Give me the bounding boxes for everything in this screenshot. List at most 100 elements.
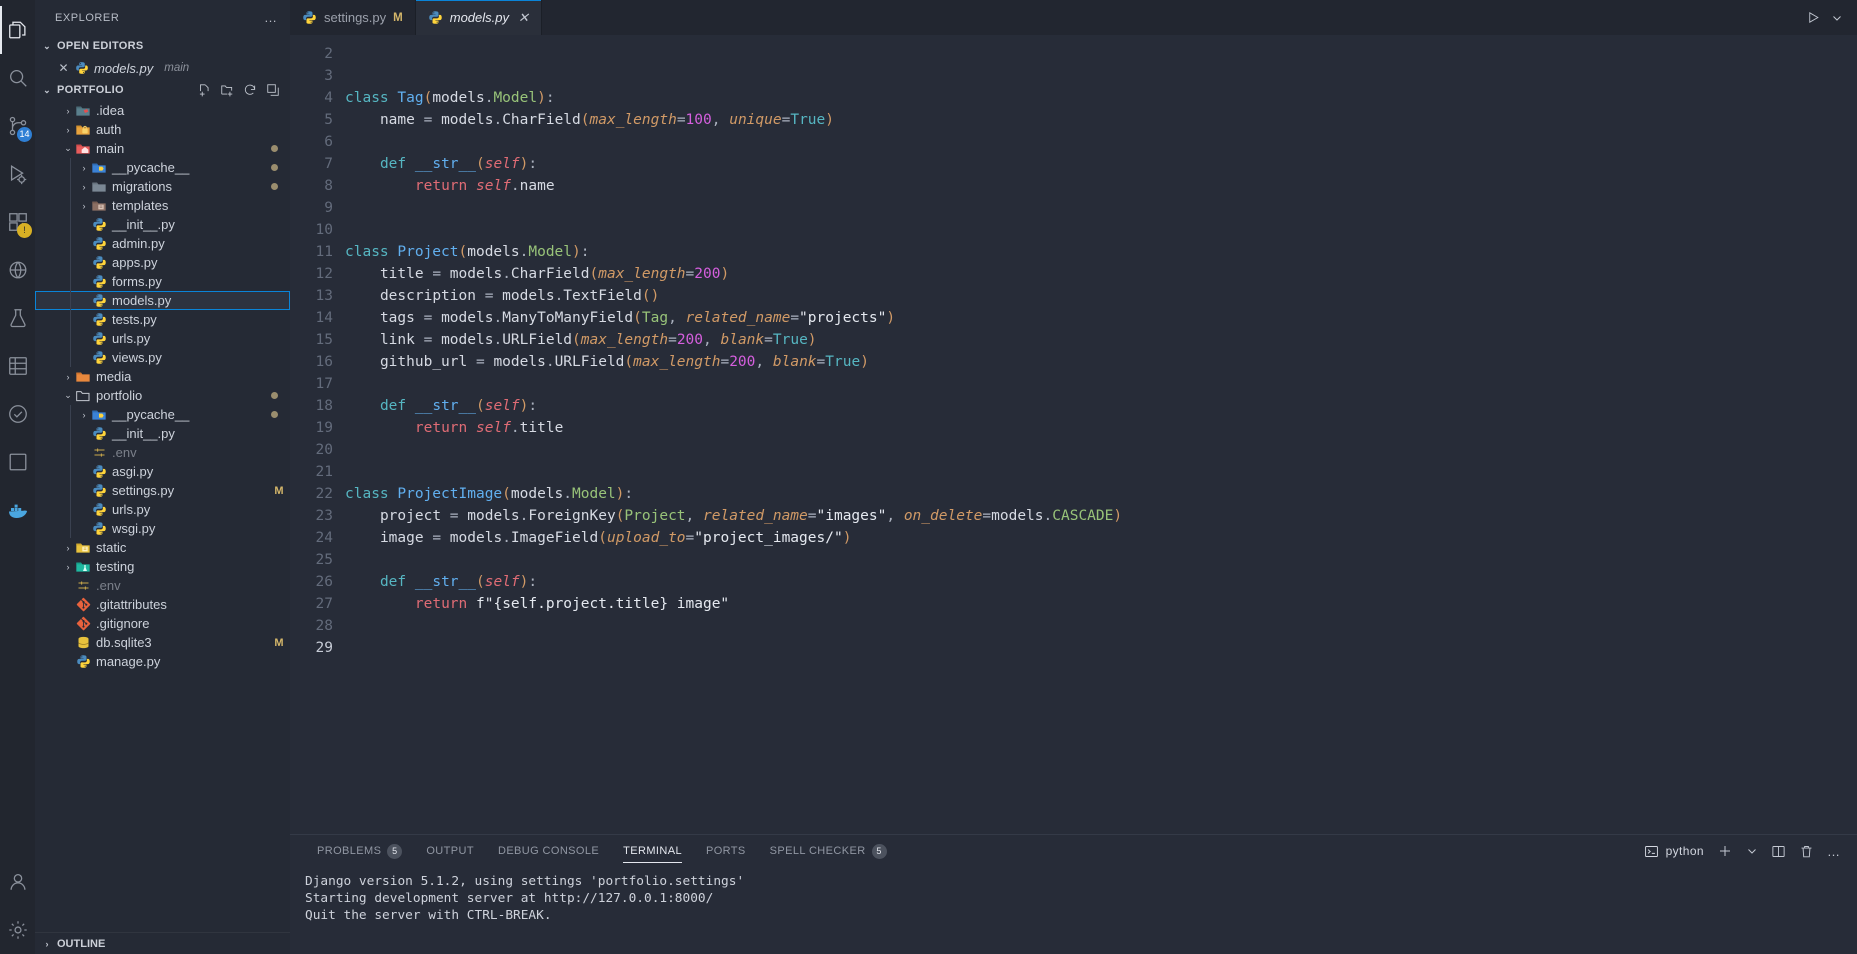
tree-item-admin-py[interactable]: admin.py bbox=[35, 234, 290, 253]
activity-item-remote-explorer[interactable] bbox=[0, 246, 35, 294]
chevron-down-icon[interactable] bbox=[1746, 845, 1758, 857]
chevron-right-icon[interactable]: › bbox=[62, 543, 74, 553]
tree-item-init-py[interactable]: __init__.py bbox=[35, 424, 290, 443]
chevron-right-icon[interactable]: › bbox=[78, 410, 90, 420]
tree-item-forms-py[interactable]: forms.py bbox=[35, 272, 290, 291]
tree-item-gitattributes[interactable]: .gitattributes bbox=[35, 595, 290, 614]
panel-tab-terminal[interactable]: TERMINAL bbox=[611, 835, 694, 867]
tree-item-manage-py[interactable]: manage.py bbox=[35, 652, 290, 671]
collapse-all-icon[interactable] bbox=[266, 83, 280, 97]
panel-tab-spell-checker[interactable]: SPELL CHECKER 5 bbox=[758, 835, 899, 867]
outline-section-header[interactable]: › OUTLINE bbox=[35, 932, 290, 954]
chevron-right-icon[interactable]: › bbox=[78, 182, 90, 192]
tree-item-views-py[interactable]: views.py bbox=[35, 348, 290, 367]
panel-tab-debug-console[interactable]: DEBUG CONSOLE bbox=[486, 835, 611, 867]
tree-item-models-py[interactable]: models.py bbox=[35, 291, 290, 310]
tree-item-label: settings.py bbox=[112, 483, 175, 498]
tree-item-static[interactable]: › static bbox=[35, 538, 290, 557]
tab-models-py[interactable]: models.py ✕ bbox=[415, 0, 542, 35]
more-actions-icon[interactable]: … bbox=[1827, 844, 1841, 859]
terminal-line: Django version 5.1.2, using settings 'po… bbox=[305, 874, 745, 889]
tree-item-pycache[interactable]: › __pycache__ bbox=[35, 158, 290, 177]
terminal-output[interactable]: Django version 5.1.2, using settings 'po… bbox=[290, 867, 1857, 954]
split-terminal-icon[interactable] bbox=[1771, 844, 1786, 859]
tree-item-gitignore[interactable]: .gitignore bbox=[35, 614, 290, 633]
tree-item-templates[interactable]: › templates bbox=[35, 196, 290, 215]
git-status-badge: M bbox=[274, 636, 284, 649]
activity-bar: 14 ! bbox=[0, 0, 35, 954]
chevron-right-icon[interactable]: › bbox=[62, 562, 74, 572]
activity-item-database[interactable] bbox=[0, 342, 35, 390]
tree-item-env[interactable]: .env bbox=[35, 443, 290, 462]
tree-item-asgi-py[interactable]: asgi.py bbox=[35, 462, 290, 481]
tree-item-db-sqlite3[interactable]: db.sqlite3 M bbox=[35, 633, 290, 652]
sidebar-title: EXPLORER bbox=[55, 11, 120, 24]
tree-item-label: views.py bbox=[112, 350, 162, 365]
chevron-right-icon[interactable]: › bbox=[78, 163, 90, 173]
run-play-icon[interactable] bbox=[1806, 10, 1821, 25]
tree-item-pycache[interactable]: › __pycache__ bbox=[35, 405, 290, 424]
tree-item-media[interactable]: › media bbox=[35, 367, 290, 386]
tree-item-wsgi-py[interactable]: wsgi.py bbox=[35, 519, 290, 538]
tree-item-init-py[interactable]: __init__.py bbox=[35, 215, 290, 234]
workspace-header[interactable]: ⌄ PORTFOLIO bbox=[35, 79, 290, 101]
tree-item-portfolio[interactable]: ⌄ portfolio bbox=[35, 386, 290, 405]
activity-item-layout[interactable] bbox=[0, 438, 35, 486]
chevron-right-icon[interactable]: › bbox=[62, 372, 74, 382]
tree-item-apps-py[interactable]: apps.py bbox=[35, 253, 290, 272]
sidebar-more-actions[interactable]: … bbox=[264, 10, 278, 25]
chevron-right-icon[interactable]: › bbox=[62, 106, 74, 116]
tree-item-migrations[interactable]: › migrations bbox=[35, 177, 290, 196]
activity-item-source-control[interactable]: 14 bbox=[0, 102, 35, 150]
line-number: 21 bbox=[315, 464, 333, 480]
close-icon[interactable]: ✕ bbox=[57, 61, 70, 75]
activity-item-accounts[interactable] bbox=[0, 858, 35, 906]
chevron-down-icon[interactable]: ⌄ bbox=[62, 390, 74, 401]
code-content[interactable]: class Tag(models.Model): name = models.C… bbox=[345, 35, 1857, 659]
refresh-icon[interactable] bbox=[243, 83, 257, 97]
chevron-right-icon[interactable]: › bbox=[62, 125, 74, 135]
activity-item-todo-tree[interactable] bbox=[0, 390, 35, 438]
kill-terminal-icon[interactable] bbox=[1799, 844, 1814, 859]
new-file-icon[interactable] bbox=[197, 83, 211, 97]
chevron-down-icon[interactable]: ⌄ bbox=[62, 143, 74, 154]
activity-item-settings[interactable] bbox=[0, 906, 35, 954]
indent-guide bbox=[70, 310, 71, 329]
remote-explorer-icon bbox=[7, 259, 29, 281]
chevron-down-icon[interactable] bbox=[1831, 12, 1843, 24]
line-number: 13 bbox=[315, 288, 333, 304]
activity-item-testing[interactable] bbox=[0, 294, 35, 342]
open-editor-item-models[interactable]: ✕ models.py main bbox=[35, 57, 290, 79]
new-folder-icon[interactable] bbox=[220, 83, 234, 97]
tree-item-urls-py[interactable]: urls.py bbox=[35, 500, 290, 519]
tree-item-label: .env bbox=[112, 445, 137, 460]
terminal-profile[interactable]: python bbox=[1644, 844, 1704, 859]
tree-item-env[interactable]: .env bbox=[35, 576, 290, 595]
terminal-line: Quit the server with CTRL-BREAK. bbox=[305, 908, 552, 923]
open-editors-header[interactable]: ⌄ OPEN EDITORS bbox=[35, 35, 290, 57]
panel-tab-problems[interactable]: PROBLEMS 5 bbox=[305, 835, 414, 867]
activity-item-search[interactable] bbox=[0, 54, 35, 102]
panel-tab-label: DEBUG CONSOLE bbox=[497, 845, 600, 857]
file-tree[interactable]: › .idea › auth ⌄ main › __pycache__ › migrations ›… bbox=[35, 101, 290, 932]
activity-item-explorer[interactable] bbox=[0, 6, 35, 54]
tree-item-main[interactable]: ⌄ main bbox=[35, 139, 290, 158]
tree-item-settings-py[interactable]: settings.py M bbox=[35, 481, 290, 500]
activity-item-run-and-debug[interactable] bbox=[0, 150, 35, 198]
tab-settings-py[interactable]: settings.py M bbox=[290, 0, 416, 35]
activity-item-extensions[interactable]: ! bbox=[0, 198, 35, 246]
close-icon[interactable]: ✕ bbox=[518, 10, 529, 26]
panel-tab-output[interactable]: OUTPUT bbox=[414, 835, 486, 867]
tree-item-idea[interactable]: › .idea bbox=[35, 101, 290, 120]
code-editor[interactable]: 2 3 4 5 6 7 8 9 10 11 12 13 14 15 16 17 18 19 20 21 22 23 24 25… bbox=[290, 35, 1857, 834]
activity-item-docker[interactable] bbox=[0, 486, 35, 534]
tree-item-auth[interactable]: › auth bbox=[35, 120, 290, 139]
tree-item-tests-py[interactable]: tests.py bbox=[35, 310, 290, 329]
tree-item-testing[interactable]: › testing bbox=[35, 557, 290, 576]
panel-tab-ports[interactable]: PORTS bbox=[694, 835, 758, 867]
tree-item-urls-py[interactable]: urls.py bbox=[35, 329, 290, 348]
chevron-right-icon[interactable]: › bbox=[78, 201, 90, 211]
tree-item-label: urls.py bbox=[112, 331, 151, 346]
python-icon bbox=[90, 350, 108, 365]
new-terminal-icon[interactable] bbox=[1717, 843, 1733, 859]
